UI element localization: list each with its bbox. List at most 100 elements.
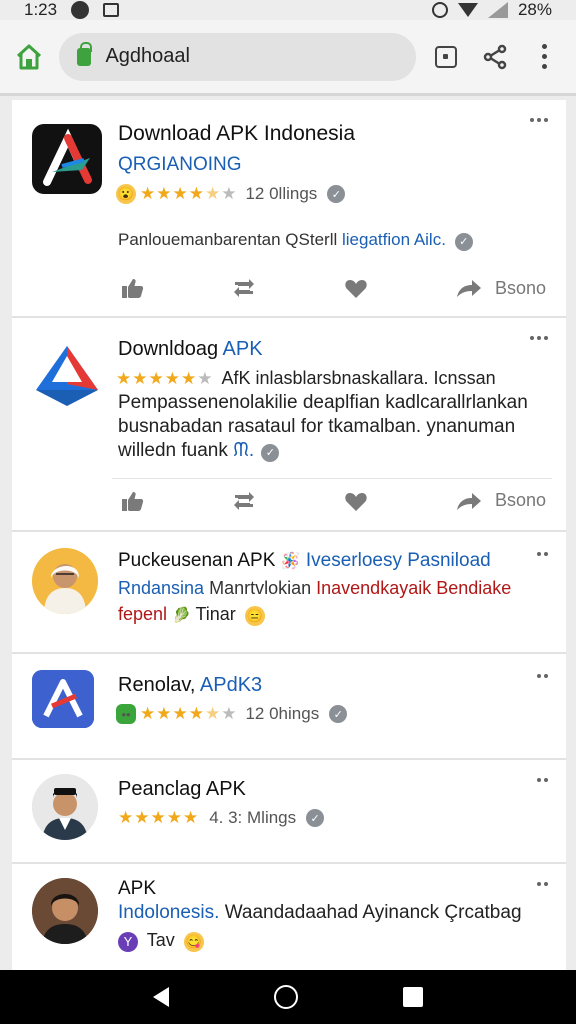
repost-icon bbox=[233, 491, 254, 510]
body-line: willedn fuank ᙏ. ✓ bbox=[118, 440, 280, 462]
card-menu-button[interactable] bbox=[537, 778, 548, 782]
app-title[interactable]: Downldoag APK bbox=[118, 338, 263, 361]
lock-icon bbox=[77, 41, 93, 66]
avatar bbox=[32, 774, 98, 840]
favorite-button[interactable] bbox=[344, 277, 368, 299]
app-title[interactable]: Puckeusenan APK 🪅 Iveserloesy Pasniload bbox=[118, 550, 491, 572]
app-title[interactable]: Download APK Indonesia bbox=[118, 122, 355, 146]
body-link[interactable]: ᙏ. bbox=[233, 440, 254, 461]
verified-badge-icon: ✓ bbox=[261, 443, 280, 462]
post-line: fepenl 🥬 Tinar 😑 bbox=[118, 604, 269, 626]
title-text: Renolav, bbox=[118, 674, 196, 696]
body-line: busnabadan rasataul for tkamalban. ynanu… bbox=[118, 416, 516, 437]
rating-count: 12 0llings bbox=[245, 184, 318, 203]
like-button[interactable] bbox=[120, 490, 144, 512]
post-text: Waandadaahad Ayinanck Çrcatbag bbox=[224, 902, 522, 923]
url-text[interactable]: Agdhoaal bbox=[105, 45, 190, 68]
favorite-button[interactable] bbox=[344, 490, 368, 512]
title-text: Downldoag bbox=[118, 338, 219, 360]
post-line: Y Tav 😋 bbox=[118, 930, 208, 952]
action-bar: Bsono bbox=[112, 266, 552, 310]
body-line: AfK inlasblarsbnaskallara. Icnssan bbox=[221, 368, 496, 388]
card-menu-button[interactable] bbox=[537, 882, 548, 886]
like-button[interactable] bbox=[120, 277, 144, 299]
title-accent: Iveserloesy Pasniload bbox=[305, 550, 491, 571]
home-icon bbox=[16, 44, 41, 69]
status-bar: 1:23 28% bbox=[0, 0, 576, 20]
tabs-icon bbox=[434, 45, 457, 68]
repost-button[interactable] bbox=[231, 277, 257, 299]
rating-row: ★★★★★ 4. 3: Mlings ✓ bbox=[116, 808, 325, 828]
emoji-icon: 😑 bbox=[244, 606, 265, 626]
heart-icon bbox=[345, 280, 367, 298]
emoji-icon: 🥬 bbox=[172, 607, 191, 624]
app-card-1[interactable]: Download APK Indonesia QRGIANOING 😮 ★★★★… bbox=[12, 100, 566, 318]
post-text: Tav bbox=[146, 930, 175, 950]
app-title[interactable]: Peanclag APK bbox=[118, 778, 246, 801]
home-button[interactable] bbox=[12, 40, 45, 74]
share-action-button[interactable]: Bsono bbox=[455, 277, 546, 299]
signal-icon bbox=[487, 2, 508, 18]
back-icon[interactable] bbox=[152, 987, 169, 1007]
verified-badge-icon: ✓ bbox=[454, 232, 473, 251]
post-line: Indolonesis. Waandadaahad Ayinanck Çrcat… bbox=[118, 902, 522, 924]
emoji-icon: 😋 bbox=[183, 932, 204, 952]
thumbs-up-icon bbox=[122, 279, 144, 298]
description-text: Panlouemanbarentan QSterll bbox=[118, 230, 338, 249]
recent-apps-icon[interactable] bbox=[403, 987, 424, 1007]
post-text: Tinar bbox=[195, 604, 236, 624]
description-link[interactable]: liegatfion Ailc. bbox=[342, 230, 446, 249]
app-feed: Download APK Indonesia QRGIANOING 😮 ★★★★… bbox=[12, 100, 566, 970]
rating-row: ★★★★★★ AfK inlasblarsbnaskallara. Icnssa… bbox=[116, 368, 496, 389]
action-bar: Bsono bbox=[112, 478, 552, 522]
repost-button[interactable] bbox=[231, 490, 257, 512]
post-text: Manrtvlokian bbox=[209, 578, 312, 598]
thumbs-up-icon bbox=[122, 491, 144, 511]
emoji-icon: •• bbox=[116, 704, 136, 724]
rating-count: 12 0hings bbox=[245, 704, 320, 723]
body-text: willedn fuank bbox=[118, 440, 228, 461]
battery-level: 28% bbox=[517, 0, 552, 19]
card-menu-button[interactable] bbox=[530, 118, 548, 122]
app-logo bbox=[32, 340, 102, 410]
alarm-icon bbox=[431, 2, 448, 18]
heart-icon bbox=[345, 492, 367, 511]
title-text: Puckeusenan APK bbox=[118, 550, 276, 571]
card-menu-button[interactable] bbox=[537, 674, 548, 678]
forward-arrow-icon bbox=[456, 492, 481, 510]
app-card-2[interactable]: Downldoag APK ★★★★★★ AfK inlasblarsbnask… bbox=[12, 318, 566, 532]
app-card-6[interactable]: APK Indolonesis. Waandadaahad Ayinanck Ç… bbox=[12, 864, 566, 970]
verified-badge-icon: ✓ bbox=[306, 809, 325, 827]
post-text: fepenl bbox=[118, 604, 168, 624]
body-line: Pempassenenolakilie deaplfian kadlcarall… bbox=[118, 392, 528, 413]
app-title[interactable]: APK bbox=[118, 878, 156, 900]
app-card-4[interactable]: Renolav, APdK3 •• ★★★★★★ 12 0hings ✓ bbox=[12, 654, 566, 760]
verified-badge-icon: ✓ bbox=[329, 705, 348, 723]
star-rating: ★★★★★★ bbox=[140, 184, 238, 203]
avatar bbox=[32, 548, 98, 614]
card-menu-button[interactable] bbox=[537, 552, 548, 556]
share-button[interactable] bbox=[475, 37, 514, 77]
app-logo bbox=[32, 124, 102, 194]
title-accent: APK bbox=[222, 338, 263, 360]
card-menu-button[interactable] bbox=[530, 336, 548, 340]
tabs-button[interactable] bbox=[426, 37, 465, 77]
post-text: Rndansina bbox=[118, 578, 205, 598]
post-text: Inavendkayaik Bendiake bbox=[316, 578, 512, 598]
share-action-button[interactable]: Bsono bbox=[455, 490, 546, 512]
app-subtitle[interactable]: QRGIANOING bbox=[118, 154, 242, 176]
app-card-5[interactable]: Peanclag APK ★★★★★ 4. 3: Mlings ✓ bbox=[12, 760, 566, 864]
wifi-icon bbox=[457, 3, 478, 17]
rating-row: 😮 ★★★★★★ 12 0llings ✓ bbox=[116, 184, 346, 204]
share-label: Bsono bbox=[494, 490, 546, 510]
url-bar[interactable]: Agdhoaal bbox=[59, 32, 416, 81]
app-description: Panlouemanbarentan QSterll liegatfion Ai… bbox=[118, 230, 473, 251]
forward-arrow-icon bbox=[456, 280, 481, 297]
app-card-3[interactable]: Puckeusenan APK 🪅 Iveserloesy Pasniload … bbox=[12, 532, 566, 654]
home-nav-icon[interactable] bbox=[273, 985, 298, 1009]
system-nav-bar bbox=[0, 970, 576, 1024]
star-rating: ★★★★★★ bbox=[116, 368, 214, 388]
overflow-menu-button[interactable] bbox=[525, 37, 564, 77]
app-title[interactable]: Renolav, APdK3 bbox=[118, 674, 262, 697]
title-accent: APdK3 bbox=[199, 674, 263, 696]
